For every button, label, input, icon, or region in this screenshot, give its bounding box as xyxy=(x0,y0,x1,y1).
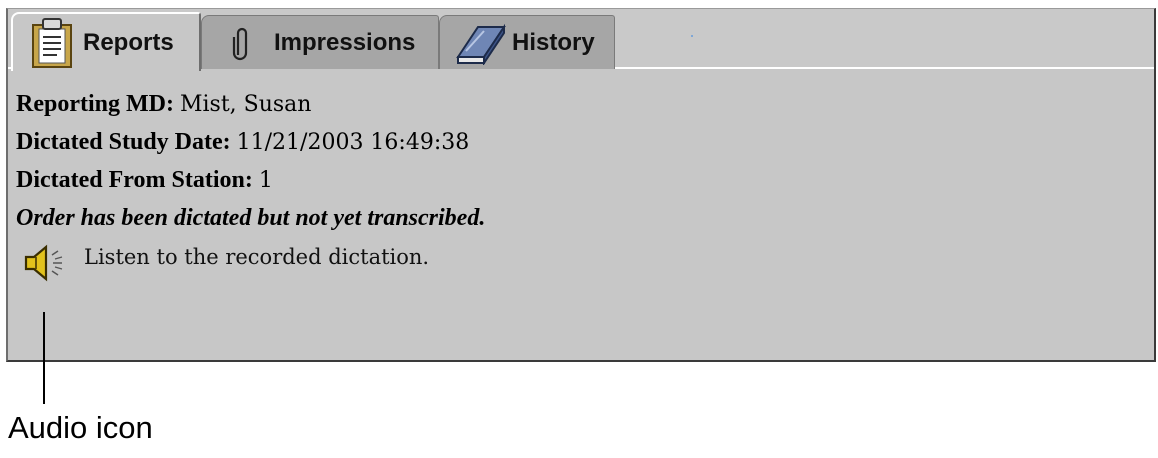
station-row: Dictated From Station: 1 xyxy=(16,161,485,199)
dictation-status: Order has been dictated but not yet tran… xyxy=(16,205,486,231)
tab-bar: Reports Impressions History xyxy=(8,9,1154,71)
study-date-value: 11/21/2003 16:49:38 xyxy=(236,130,470,155)
study-date-row: Dictated Study Date: 11/21/2003 16:49:38 xyxy=(16,123,485,161)
study-date-label: Dictated Study Date: xyxy=(16,129,231,155)
tab-label: Reports xyxy=(83,28,174,56)
tab-label: History xyxy=(512,28,595,56)
tab-label: Impressions xyxy=(274,28,416,56)
reporting-md-label: Reporting MD: xyxy=(16,91,174,117)
listen-dictation-row[interactable]: Listen to the recorded dictation. xyxy=(22,243,429,288)
tab-reports[interactable]: Reports xyxy=(11,12,201,71)
tab-history[interactable]: History xyxy=(439,15,615,69)
decorative-dot xyxy=(691,35,693,37)
book-icon xyxy=(454,21,508,65)
station-value: 1 xyxy=(258,168,273,193)
report-details: Reporting MD: Mist, Susan Dictated Study… xyxy=(16,85,485,237)
paperclip-icon xyxy=(232,25,250,61)
tab-impressions[interactable]: Impressions xyxy=(201,15,439,69)
report-window: Reports Impressions History Reporting MD… xyxy=(6,8,1156,362)
reporting-md-value: Mist, Susan xyxy=(179,92,312,117)
station-label: Dictated From Station: xyxy=(16,167,253,193)
speaker-icon[interactable] xyxy=(22,243,68,288)
callout-line xyxy=(43,312,45,404)
clipboard-icon xyxy=(29,17,75,69)
audio-icon-callout-label: Audio icon xyxy=(8,410,153,445)
reporting-md-row: Reporting MD: Mist, Susan xyxy=(16,85,485,123)
listen-dictation-link[interactable]: Listen to the recorded dictation. xyxy=(84,245,429,269)
